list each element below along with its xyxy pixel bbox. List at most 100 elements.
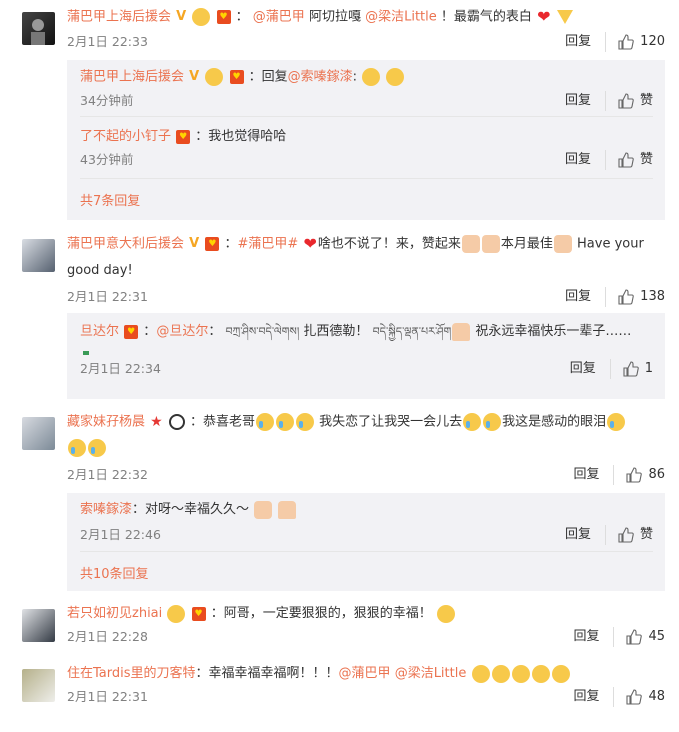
reply-list: 旦达尔 ♥ ：@旦达尔： བཀྲ་ཤིས་བདེ་ལེགས། 扎西德勒！ བདེ… (67, 313, 665, 399)
reply-button[interactable]: 回复 (565, 31, 607, 52)
comment-list: 蒲巴甲上海后援会 V ♥ ： @蒲巴甲 阿切拉嘎 @梁洁Little ！最霸气的… (0, 0, 679, 732)
star-icon: ★ (150, 414, 163, 430)
reply-button[interactable]: 回复 (565, 150, 606, 170)
like-button[interactable]: 45 (626, 627, 665, 647)
emoji-icon (167, 604, 186, 623)
heart-icon: ❤ (537, 7, 551, 26)
like-button[interactable]: 138 (618, 287, 665, 307)
victory-hand-icon (254, 500, 273, 519)
mention-link[interactable]: @旦达尔 (156, 324, 208, 339)
timestamp: 43分钟前 (80, 152, 134, 167)
reply-button[interactable]: 回复 (565, 525, 606, 545)
crying-icon (483, 413, 502, 431)
topic-link[interactable]: #蒲巴甲# (238, 237, 299, 252)
avatar[interactable] (22, 417, 55, 450)
reply-button[interactable]: 回复 (565, 286, 607, 307)
like-button[interactable]: 赞 (618, 150, 653, 170)
reply-button[interactable]: 回复 (565, 90, 606, 111)
crying-icon (463, 413, 482, 431)
grin-icon (436, 604, 455, 623)
thumb-up-icon (618, 92, 634, 109)
like-count: 86 (648, 466, 665, 482)
reply-button[interactable]: 回复 (573, 687, 615, 707)
like-button[interactable]: 1 (623, 359, 653, 379)
arrow-down-icon (556, 10, 573, 24)
laugh-icon (362, 68, 381, 86)
thumb-up-icon (626, 689, 643, 705)
like-button[interactable]: 48 (626, 687, 665, 707)
comment-text: 藏家妹孖杨晨 ★ ：恭喜老哥 我失恋了让我哭一会儿去 我这是感动的眼泪 (67, 409, 665, 436)
username[interactable]: 蒲巴甲上海后援会 (67, 10, 171, 25)
divider (80, 551, 653, 552)
like-button[interactable]: 86 (626, 465, 665, 485)
comment-text: 蒲巴甲意大利后援会 V ♥ ：#蒲巴甲# ❤啥也不说了！来，赞起来 本月最佳 Ha… (67, 231, 665, 258)
divider (80, 116, 653, 117)
thumb-up-icon (618, 527, 634, 543)
thumbs-up-icon (481, 235, 500, 253)
more-replies-link[interactable]: 共7条回复 (80, 194, 140, 209)
like-count: 1 (644, 361, 653, 376)
like-count: 48 (648, 689, 665, 704)
comment-text: 住在Tardis里的刀客特：幸福幸福幸福啊！！！@蒲巴甲 @梁洁Little (67, 661, 665, 687)
reply-button[interactable]: 回复 (570, 359, 611, 379)
username[interactable]: 若只如初见zhiai (67, 606, 162, 621)
reply-text: 旦达尔 ♥ ：@旦达尔： བཀྲ་ཤིས་བདེ་ལེགས། 扎西德勒！ བདེ… (80, 322, 632, 341)
thumbs-up-icon (553, 235, 572, 253)
avatar[interactable] (22, 669, 55, 702)
reply-button[interactable]: 回复 (573, 627, 615, 647)
more-replies-link[interactable]: 共10条回复 (80, 567, 149, 582)
thumb-up-icon (618, 288, 634, 305)
mention-link[interactable]: @梁洁Little (395, 666, 467, 681)
like-button[interactable]: 赞 (618, 525, 653, 545)
member-badge-icon: ♥ (216, 10, 231, 24)
username[interactable]: 索嗪鎵漆 (80, 502, 132, 517)
pray-icon (452, 322, 471, 341)
mention-link[interactable]: @索嗪鎵漆 (288, 70, 353, 85)
laugh-icon (551, 664, 570, 683)
username[interactable]: 旦达尔 (80, 324, 119, 339)
username[interactable]: 住在Tardis里的刀客特 (67, 666, 196, 681)
member-badge-icon: ♥ (176, 129, 191, 144)
like-button[interactable]: 120 (618, 32, 665, 52)
reply-text: 索嗪鎵漆：对呀～幸福久久～ (80, 497, 653, 523)
timestamp: 2月1日 22:46 (80, 527, 161, 542)
pray-icon (278, 500, 297, 519)
avatar[interactable] (22, 609, 55, 642)
thumb-up-icon (618, 152, 634, 168)
thumb-up-icon (626, 466, 643, 483)
member-badge-icon: ♥ (229, 70, 244, 84)
collapse-mark-icon (83, 350, 89, 355)
username[interactable]: 藏家妹孖杨晨 (67, 415, 145, 430)
mention-link[interactable]: @蒲巴甲 (253, 10, 305, 25)
crying-icon (296, 413, 315, 431)
mention-link[interactable]: @蒲巴甲 (339, 666, 391, 681)
username[interactable]: 蒲巴甲上海后援会 (80, 70, 184, 85)
thumbs-up-icon (461, 235, 480, 253)
laugh-icon (531, 664, 550, 683)
like-button[interactable]: 赞 (618, 91, 653, 111)
timestamp: 34分钟前 (80, 92, 134, 108)
timestamp: 2月1日 22:28 (67, 629, 148, 644)
heart-icon: ❤ (303, 234, 317, 253)
avatar[interactable] (22, 239, 55, 272)
thumb-up-icon (623, 361, 639, 377)
laugh-icon (511, 664, 530, 683)
mention-link[interactable]: @梁洁Little (365, 10, 437, 25)
like-count: 120 (640, 33, 665, 49)
username[interactable]: 了不起的小钉子 (80, 129, 171, 144)
comment-text: 若只如初见zhiai ♥ ：阿哥，一定要狠狠的，狠狠的幸福！ (67, 601, 665, 627)
crying-icon (88, 439, 106, 457)
avatar[interactable] (22, 12, 55, 45)
verified-icon: V (176, 9, 187, 24)
reply-text: 蒲巴甲上海后援会 V ♥ ：回复@索嗪鎵漆: (80, 64, 653, 91)
username[interactable]: 蒲巴甲意大利后援会 (67, 237, 184, 252)
divider (80, 178, 653, 179)
reply-button[interactable]: 回复 (573, 464, 615, 485)
member-badge-icon: ♥ (124, 324, 139, 339)
timestamp: 2月1日 22:32 (67, 466, 148, 482)
like-count: 138 (640, 288, 665, 304)
emoji-icon (192, 8, 211, 26)
thumb-up-icon (618, 33, 634, 50)
reply-text: 了不起的小钉子 ♥ ：我也觉得哈哈 (80, 129, 287, 144)
thumb-up-icon (626, 629, 643, 645)
